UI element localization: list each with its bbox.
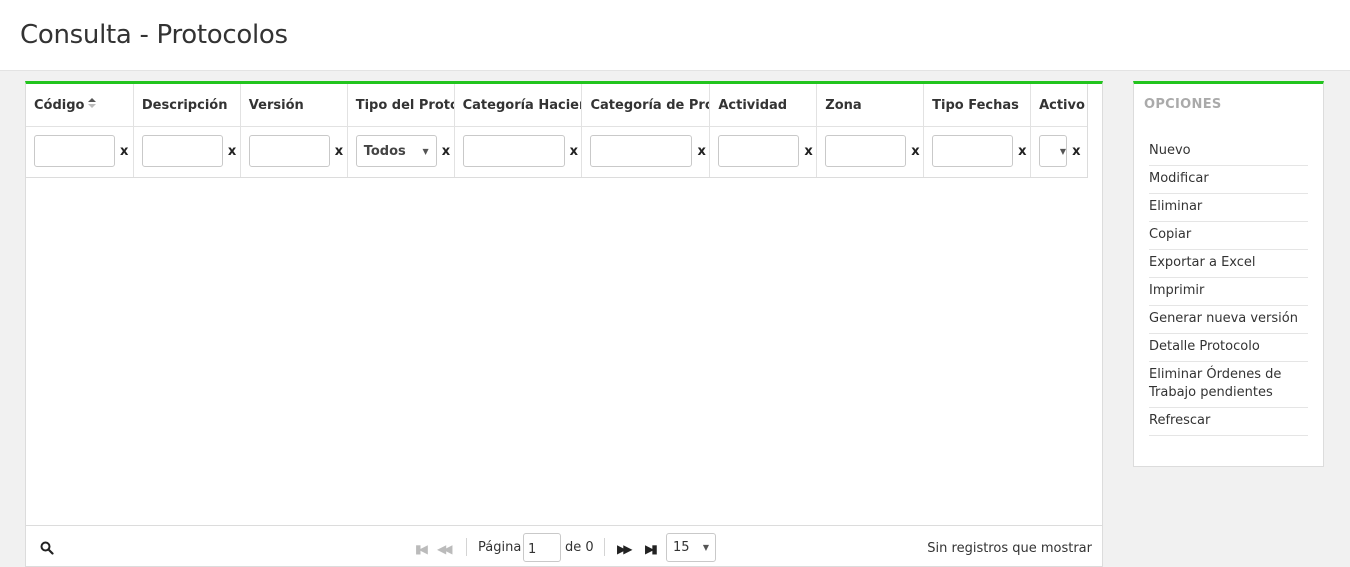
filter-cell-categoria-protocolo: x — [582, 127, 711, 177]
zona-filter-input[interactable] — [825, 135, 907, 167]
clear-filter-button[interactable]: x — [228, 144, 236, 159]
column-header-label: Categoría Haciend — [462, 98, 582, 113]
codigo-filter-input[interactable] — [34, 135, 115, 167]
option-detalle-protocolo[interactable]: Detalle Protocolo — [1149, 334, 1308, 362]
column-header-label: Versión — [248, 98, 304, 113]
column-header-categoria-protocolo[interactable]: Categoría de Proto — [582, 84, 711, 126]
clear-filter-button[interactable]: x — [697, 144, 705, 159]
tipo-protocolo-filter-select[interactable]: Todos ▼ — [355, 135, 437, 167]
clear-filter-button[interactable]: x — [442, 144, 450, 159]
descripcion-filter-input[interactable] — [141, 135, 223, 167]
options-panel: OPCIONES Nuevo Modificar Eliminar Copiar… — [1133, 81, 1324, 467]
grid-pager: ▮◀ ◀◀ Página de 0 ▶▶ ▶▮ 15 ▼ Sin registro… — [26, 525, 1102, 566]
option-generar-nueva-version[interactable]: Generar nueva versión — [1149, 306, 1308, 334]
column-header-categoria-hacienda[interactable]: Categoría Haciend — [455, 84, 583, 126]
column-header-codigo[interactable]: Código — [26, 84, 134, 126]
option-modificar[interactable]: Modificar — [1149, 166, 1308, 194]
filter-cell-tipo-protocolo: Todos ▼ x — [348, 127, 455, 177]
clear-filter-button[interactable]: x — [1072, 144, 1080, 159]
select-value: Todos — [363, 143, 406, 159]
clear-filter-button[interactable]: x — [335, 144, 343, 159]
filter-cell-tipo-fechas: x — [924, 127, 1032, 177]
filter-cell-zona: x — [817, 127, 925, 177]
pager-status-text: Sin registros que mostrar — [927, 541, 1092, 556]
clear-filter-button[interactable]: x — [120, 144, 128, 159]
options-title: OPCIONES — [1144, 97, 1222, 112]
categoria-hacienda-filter-input[interactable] — [462, 135, 565, 167]
column-header-tipo-protocolo[interactable]: Tipo del Protoc — [348, 84, 455, 126]
first-page-icon[interactable]: ▮◀ — [415, 542, 428, 556]
page-size-select[interactable]: 15 ▼ — [666, 533, 716, 562]
chevron-down-icon: ▼ — [422, 146, 429, 156]
column-header-label: Zona — [825, 98, 862, 113]
clear-filter-button[interactable]: x — [570, 144, 578, 159]
chevron-down-icon: ▼ — [1059, 146, 1067, 156]
option-eliminar[interactable]: Eliminar — [1149, 194, 1308, 222]
column-header-version[interactable]: Versión — [241, 84, 348, 126]
clear-filter-button[interactable]: x — [804, 144, 812, 159]
filter-cell-actividad: x — [710, 127, 818, 177]
page-count-label: de 0 — [565, 540, 594, 555]
filter-cell-version: x — [241, 127, 348, 177]
actividad-filter-input[interactable] — [718, 135, 800, 167]
option-exportar-excel[interactable]: Exportar a Excel — [1149, 250, 1308, 278]
last-page-icon[interactable]: ▶▮ — [645, 542, 658, 556]
protocol-grid: Código Descripción Versión Tipo del Prot… — [25, 81, 1103, 567]
grid-header-row: Código Descripción Versión Tipo del Prot… — [26, 84, 1087, 127]
page-header: Consulta - Protocolos — [0, 0, 1350, 71]
column-header-label: Categoría de Proto — [590, 98, 709, 113]
chevron-down-icon: ▼ — [702, 543, 709, 552]
option-eliminar-ordenes[interactable]: Eliminar Órdenes de Trabajo pendientes — [1149, 362, 1308, 408]
option-copiar[interactable]: Copiar — [1149, 222, 1308, 250]
grid-table: Código Descripción Versión Tipo del Prot… — [26, 84, 1088, 178]
column-header-activo[interactable]: Activo — [1031, 84, 1087, 126]
column-header-label: Activo — [1039, 98, 1085, 113]
options-list: Nuevo Modificar Eliminar Copiar Exportar… — [1149, 138, 1308, 436]
page-number-input[interactable] — [523, 533, 561, 562]
activo-filter-select[interactable]: ▼ — [1039, 135, 1068, 167]
pager-separator — [604, 538, 605, 556]
column-header-label: Tipo Fechas — [932, 98, 1019, 113]
page-label: Página — [478, 540, 522, 555]
column-header-actividad[interactable]: Actividad — [710, 84, 818, 126]
grid-filter-row: x x x Todos ▼ x x x x x x ▼ x — [26, 127, 1087, 177]
clear-filter-button[interactable]: x — [1018, 144, 1026, 159]
filter-cell-codigo: x — [26, 127, 134, 177]
column-header-zona[interactable]: Zona — [817, 84, 925, 126]
filter-cell-categoria-hacienda: x — [455, 127, 583, 177]
categoria-protocolo-filter-input[interactable] — [590, 135, 693, 167]
column-header-label: Actividad — [718, 98, 788, 113]
column-header-descripcion[interactable]: Descripción — [134, 84, 241, 126]
column-header-label: Descripción — [141, 98, 228, 113]
option-imprimir[interactable]: Imprimir — [1149, 278, 1308, 306]
page-size-value: 15 — [673, 540, 690, 555]
clear-filter-button[interactable]: x — [911, 144, 919, 159]
column-header-label: Código — [34, 98, 85, 113]
version-filter-input[interactable] — [248, 135, 330, 167]
column-header-tipo-fechas[interactable]: Tipo Fechas — [924, 84, 1032, 126]
column-header-label: Tipo del Protoc — [355, 98, 454, 113]
tipo-fechas-filter-input[interactable] — [932, 135, 1014, 167]
search-icon[interactable] — [40, 541, 54, 555]
prev-page-icon[interactable]: ◀◀ — [437, 542, 453, 556]
sort-icon — [88, 97, 97, 108]
pager-separator — [466, 538, 467, 556]
filter-cell-descripcion: x — [134, 127, 241, 177]
option-nuevo[interactable]: Nuevo — [1149, 138, 1308, 166]
next-page-icon[interactable]: ▶▶ — [617, 542, 633, 556]
option-refrescar[interactable]: Refrescar — [1149, 408, 1308, 436]
page-title: Consulta - Protocolos — [20, 20, 288, 50]
filter-cell-activo: ▼ x — [1031, 127, 1087, 177]
